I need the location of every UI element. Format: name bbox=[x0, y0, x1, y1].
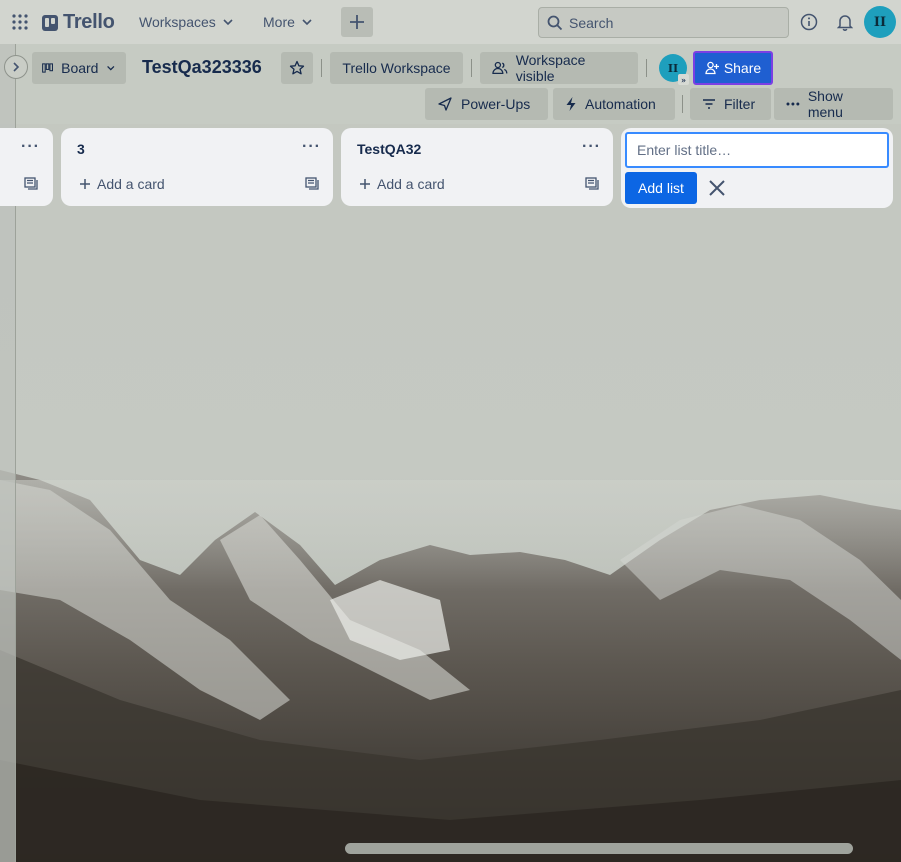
automation-label: Automation bbox=[585, 96, 656, 112]
add-card-button[interactable]: Add a card bbox=[359, 176, 445, 192]
user-avatar[interactable]: II bbox=[864, 6, 896, 38]
app-name: Trello bbox=[63, 11, 115, 33]
information-icon[interactable] bbox=[799, 12, 819, 32]
rocket-icon bbox=[438, 97, 452, 111]
plus-icon bbox=[80, 179, 90, 189]
plus-icon bbox=[350, 15, 364, 29]
star-board-button[interactable] bbox=[281, 52, 313, 84]
more-label: More bbox=[263, 14, 295, 30]
trello-logo-icon bbox=[42, 14, 58, 31]
board-title[interactable]: TestQa323336 bbox=[142, 57, 262, 78]
notifications-bell-icon[interactable] bbox=[835, 12, 855, 32]
horizontal-scrollbar[interactable] bbox=[345, 843, 853, 854]
trello-logo[interactable]: Trello bbox=[42, 11, 115, 34]
show-menu-label: Show menu bbox=[807, 88, 843, 120]
plus-icon bbox=[360, 179, 370, 189]
list-title[interactable]: TestQA32 bbox=[357, 141, 421, 157]
share-label: Share bbox=[723, 60, 762, 76]
add-card-label: Add a card bbox=[377, 176, 445, 192]
chevron-down-icon bbox=[223, 19, 233, 26]
workspaces-label: Workspaces bbox=[139, 14, 216, 30]
list: 3 ··· Add a card bbox=[61, 128, 333, 206]
board-view-icon bbox=[42, 63, 53, 73]
chevron-right-icon bbox=[13, 62, 20, 72]
power-ups-label: Power-Ups bbox=[461, 96, 531, 112]
card-template-icon[interactable] bbox=[305, 176, 319, 190]
divider bbox=[646, 59, 647, 77]
expand-sidebar-button[interactable] bbox=[4, 55, 28, 79]
filter-button[interactable]: Filter bbox=[690, 88, 771, 120]
search-box[interactable] bbox=[538, 7, 789, 38]
search-input[interactable] bbox=[569, 14, 769, 31]
workspaces-menu-button[interactable]: Workspaces bbox=[131, 8, 242, 36]
card-template-icon[interactable] bbox=[585, 176, 599, 190]
list: TestQA32 ··· Add a card bbox=[341, 128, 613, 206]
more-menu-button[interactable]: More bbox=[255, 8, 321, 36]
app-switcher-icon[interactable] bbox=[12, 14, 28, 30]
add-list-button[interactable]: Add list bbox=[625, 172, 697, 204]
divider bbox=[321, 59, 322, 77]
people-icon bbox=[492, 61, 508, 75]
board-view-switcher[interactable]: Board bbox=[32, 52, 126, 84]
list-title[interactable]: 3 bbox=[77, 141, 85, 157]
star-icon bbox=[289, 60, 305, 75]
create-button[interactable] bbox=[341, 7, 373, 37]
top-header: Trello Workspaces More II bbox=[0, 0, 901, 44]
visibility-label: Workspace visible bbox=[515, 52, 586, 84]
chevron-down-icon bbox=[107, 65, 115, 71]
close-icon[interactable] bbox=[707, 178, 727, 198]
add-card-label: Add a card bbox=[97, 176, 165, 192]
board-member-avatar[interactable]: II » bbox=[659, 54, 689, 85]
workspace-button[interactable]: Trello Workspace bbox=[330, 52, 463, 84]
board-view-label: Board bbox=[61, 60, 99, 76]
list-menu-button[interactable]: ··· bbox=[582, 138, 601, 156]
chevron-down-icon bbox=[302, 19, 312, 26]
add-card-button[interactable]: Add a card bbox=[79, 176, 165, 192]
user-initials: II bbox=[873, 14, 887, 30]
list-menu-button[interactable]: ··· bbox=[302, 138, 321, 156]
list-menu-button[interactable]: ··· bbox=[21, 138, 40, 156]
filter-label: Filter bbox=[724, 96, 756, 112]
add-list-form: Add list bbox=[621, 128, 893, 208]
share-button[interactable]: Share bbox=[693, 51, 773, 85]
filter-icon bbox=[703, 99, 715, 109]
show-menu-button[interactable]: Show menu bbox=[774, 88, 893, 120]
card-template-icon[interactable] bbox=[24, 176, 38, 190]
search-icon bbox=[547, 15, 563, 30]
visibility-button[interactable]: Workspace visible bbox=[480, 52, 638, 84]
workspace-label: Trello Workspace bbox=[342, 60, 451, 76]
admin-chevrons-icon: » bbox=[678, 74, 689, 85]
list-partial: ··· bbox=[0, 128, 53, 206]
lightning-icon bbox=[566, 97, 576, 111]
power-ups-button[interactable]: Power-Ups bbox=[425, 88, 548, 120]
member-initials: II bbox=[667, 61, 679, 75]
add-person-icon bbox=[705, 61, 719, 75]
automation-button[interactable]: Automation bbox=[553, 88, 675, 120]
divider bbox=[682, 95, 683, 113]
list-title-input[interactable] bbox=[625, 132, 889, 168]
more-dots-icon bbox=[786, 102, 800, 106]
divider bbox=[471, 59, 472, 77]
